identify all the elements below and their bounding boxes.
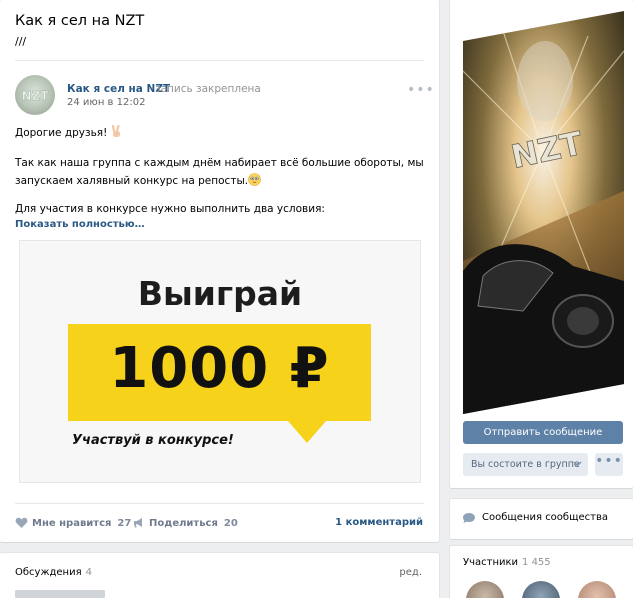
discussion-topic-preview[interactable] — [15, 590, 105, 598]
nzt-logo-icon: NZT — [21, 89, 50, 103]
member-avatar[interactable] — [578, 581, 616, 598]
membership-label: Вы состоите в группе — [471, 459, 580, 470]
like-label: Мне нравится — [32, 518, 112, 529]
send-message-button[interactable]: Отправить сообщение — [463, 421, 623, 444]
divider — [15, 503, 424, 504]
wall-card: Как я сел на NZT /// NZT Как я сел на NZ… — [0, 0, 439, 542]
svg-text:NZT: NZT — [22, 89, 50, 103]
post-text-line: Для участия в конкурсе нужно выполнить д… — [15, 203, 325, 215]
group-cover-image[interactable]: NZT — [463, 11, 624, 414]
promo-cta: Участвуй в конкурсе! — [72, 433, 234, 448]
victory-hand-emoji-icon — [111, 124, 123, 141]
community-messages-label: Сообщения сообщества — [482, 512, 609, 523]
post-more-button[interactable]: ••• — [407, 82, 435, 98]
group-title: Как я сел на NZT — [15, 13, 145, 29]
like-count: 27 — [117, 518, 132, 529]
post-text: Дорогие друзья! — [15, 127, 108, 139]
promo-amount: 1000 ₽ — [109, 336, 330, 401]
group-more-button[interactable]: ••• — [595, 453, 623, 476]
members-title: Участники — [463, 557, 519, 568]
discussions-count: 4 — [85, 567, 92, 578]
show-more-link[interactable]: Показать полностью… — [15, 219, 145, 230]
divider — [15, 60, 424, 61]
chat-bubble-icon — [463, 513, 475, 523]
post-text-line: запускаем халявный конкурс на репосты. — [15, 173, 261, 189]
members-count: 1 455 — [522, 557, 551, 568]
post-date-link[interactable]: 24 июн в 12:02 — [67, 97, 145, 108]
post-pinned-label: запись закреплена — [155, 83, 261, 95]
heart-icon — [15, 517, 28, 528]
flushed-face-emoji-icon — [248, 173, 261, 189]
members-card: Участники 1 455 — [450, 546, 633, 598]
ellipsis-icon: ••• — [595, 453, 623, 469]
megaphone-icon — [134, 518, 142, 528]
comments-link[interactable]: 1 комментарий — [335, 517, 423, 528]
like-button[interactable]: Мне нравится 27 — [15, 517, 131, 529]
speech-bubble-tail — [288, 421, 326, 443]
post-text-line: Так как наша группа с каждым днём набира… — [15, 157, 424, 169]
discussions-edit-link[interactable]: ред. — [399, 567, 422, 578]
discussions-card: Обсуждения 4 ред. — [0, 553, 439, 598]
post-image[interactable]: Выиграй 1000 ₽ Участвуй в конкурсе! — [19, 240, 421, 483]
post-text: запускаем халявный конкурс на репосты. — [15, 175, 249, 187]
share-count: 20 — [223, 518, 238, 529]
post-text-line: Дорогие друзья! — [15, 124, 123, 141]
members-header[interactable]: Участники 1 455 — [463, 557, 551, 568]
group-status: /// — [15, 35, 27, 48]
group-sidebar-card: NZT Отправить сообщение Вы состоите в гр… — [450, 0, 633, 488]
member-avatar[interactable] — [466, 581, 504, 598]
share-button[interactable]: Поделиться 20 — [133, 517, 238, 529]
nzt-cover-art: NZT — [463, 11, 624, 414]
community-messages-card[interactable]: Сообщения сообщества — [450, 499, 633, 539]
discussions-title: Обсуждения — [15, 567, 82, 578]
ellipsis-icon: ••• — [407, 82, 435, 98]
membership-dropdown[interactable]: Вы состоите в группе — [463, 453, 588, 476]
chevron-down-icon — [573, 461, 582, 467]
discussions-header[interactable]: Обсуждения 4 — [15, 567, 92, 578]
post-author-avatar[interactable]: NZT — [15, 75, 55, 115]
share-label: Поделиться — [149, 518, 218, 529]
member-avatar[interactable] — [522, 581, 560, 598]
promo-heading: Выиграй — [137, 274, 303, 313]
promo-amount-box: 1000 ₽ — [68, 324, 371, 421]
